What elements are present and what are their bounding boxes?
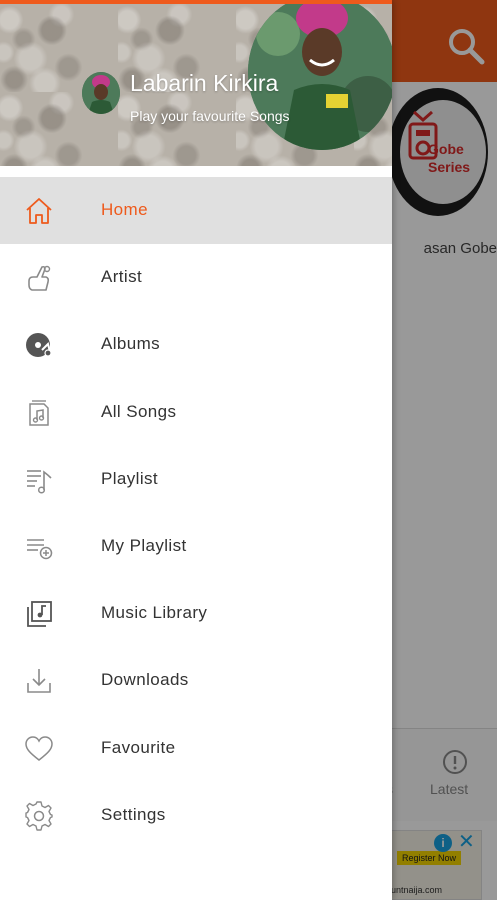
artist-avatar <box>82 72 120 114</box>
menu-item-playlist[interactable]: Playlist <box>0 446 392 513</box>
menu-label-home: Home <box>101 200 148 219</box>
playlist-icon <box>27 469 52 494</box>
menu-item-artist[interactable]: Artist <box>0 244 392 311</box>
album-disc-icon <box>26 333 52 358</box>
gear-icon <box>25 800 53 831</box>
playlist-add-icon <box>27 539 53 560</box>
download-icon <box>27 669 51 694</box>
menu-label-favourite: Favourite <box>101 737 176 757</box>
home-icon <box>26 198 52 224</box>
music-file-icon <box>29 399 49 426</box>
menu-label-music-library: Music Library <box>101 603 208 623</box>
drawer-title: Labarin Kirkira <box>130 70 279 96</box>
navigation-drawer: Labarin Kirkira Play your favourite Song… <box>0 0 392 900</box>
drawer-subtitle: Play your favourite Songs <box>130 108 290 124</box>
menu-label-artist: Artist <box>101 267 143 287</box>
menu-item-albums[interactable]: Albums <box>0 311 392 378</box>
drawer-menu: Home Artist Albums All Songs Playlist My… <box>0 177 392 849</box>
menu-item-home[interactable]: Home <box>0 177 392 245</box>
heart-icon <box>25 735 53 761</box>
menu-item-all-songs[interactable]: All Songs <box>0 379 392 446</box>
drawer-header: Labarin Kirkira Play your favourite Song… <box>0 4 392 166</box>
menu-item-downloads[interactable]: Downloads <box>0 647 392 714</box>
menu-label-playlist: Playlist <box>101 468 159 488</box>
music-library-icon <box>27 601 52 628</box>
menu-item-music-library[interactable]: Music Library <box>0 580 392 647</box>
menu-label-downloads: Downloads <box>101 670 189 690</box>
artist-hand-icon <box>28 265 51 291</box>
menu-label-settings: Settings <box>101 804 166 824</box>
menu-item-favourite[interactable]: Favourite <box>0 715 392 782</box>
menu-label-albums: Albums <box>101 334 161 354</box>
menu-item-my-playlist[interactable]: My Playlist <box>0 513 392 580</box>
menu-item-settings[interactable]: Settings <box>0 782 392 849</box>
menu-label-my-playlist: My Playlist <box>101 535 187 555</box>
menu-label-all-songs: All Songs <box>101 401 177 421</box>
